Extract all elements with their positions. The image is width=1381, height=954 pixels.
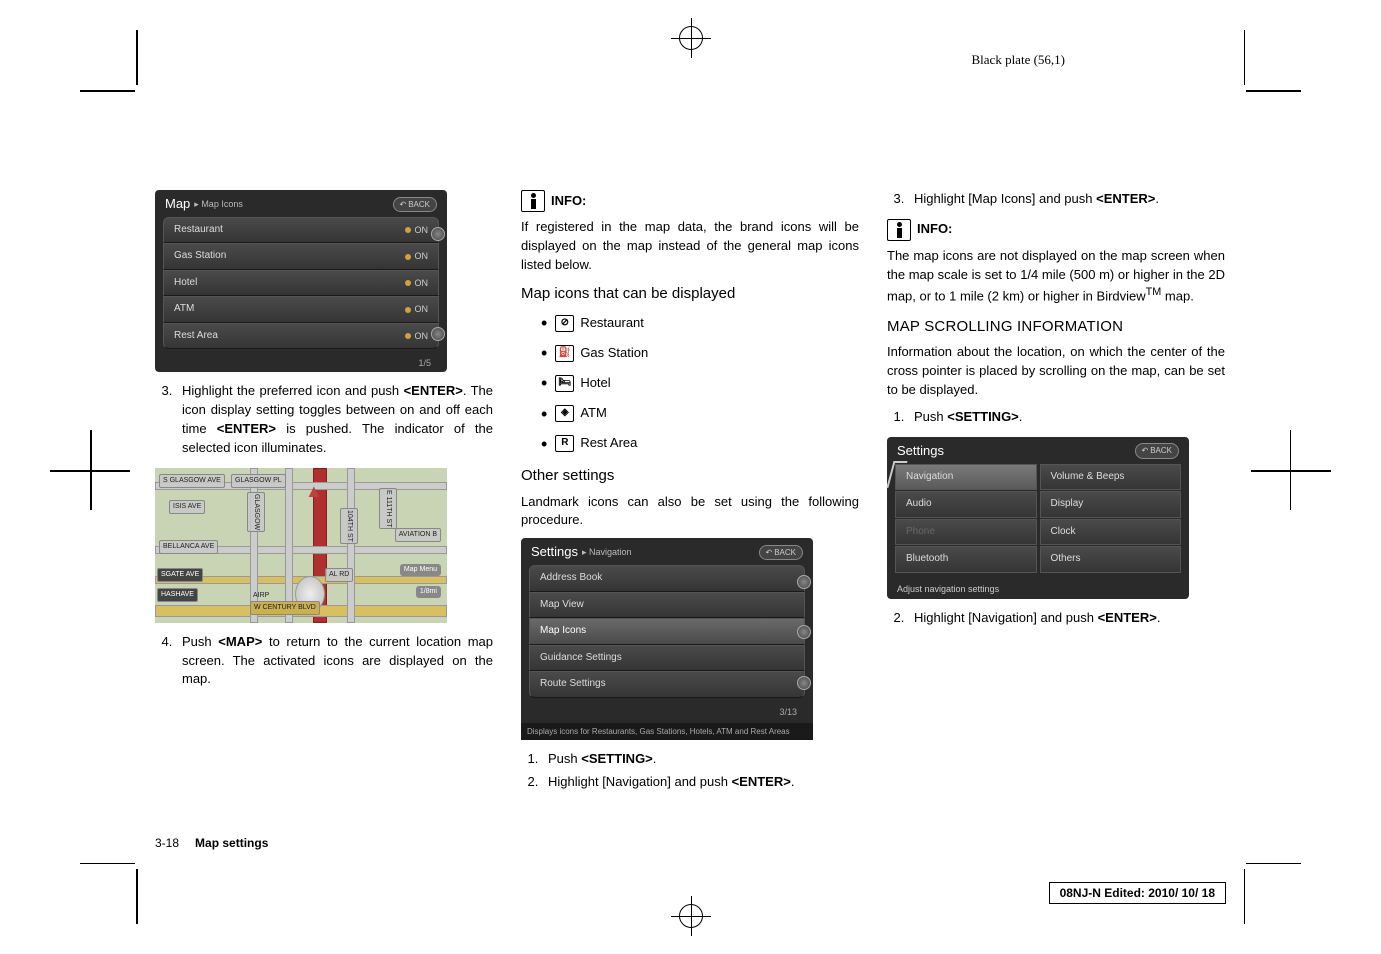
screenshot-map-icons: Map ▸ Map Icons ↶ BACK Restaurant ON Gas… (155, 190, 447, 372)
map-street-label: AL RD (325, 568, 353, 582)
plate-header: Black plate (56,1) (972, 52, 1066, 68)
map-menu-button[interactable]: Map Menu (400, 564, 441, 576)
step-2-text: Highlight [Navigation] and push <ENTER>. (542, 773, 859, 792)
nav-row-guidance[interactable]: Guidance Settings (529, 645, 805, 672)
pager: 1/5 (155, 355, 447, 372)
column-2: INFO: If registered in the map data, the… (521, 190, 859, 802)
status-text: Adjust navigation settings (887, 580, 1189, 599)
icon-row-rest-area[interactable]: Rest Area ON (163, 323, 439, 350)
map-street-label: ISIS AVE (169, 500, 205, 514)
section-text: Information about the location, on which… (887, 343, 1225, 400)
map-scale-button[interactable]: 1/8mi (416, 586, 441, 598)
info-icon (887, 219, 911, 241)
icon-item-rest: RRest Area (541, 431, 859, 457)
restaurant-icon: ⊘ (555, 315, 574, 332)
subheading: Map icons that can be displayed (521, 283, 859, 305)
settings-others[interactable]: Others (1040, 546, 1182, 573)
icon-row-gas-station[interactable]: Gas Station ON (163, 243, 439, 270)
atm-icon: ◈ (555, 405, 574, 422)
edit-info: 08NJ-N Edited: 2010/ 10/ 18 (1049, 882, 1226, 904)
map-street-label: GLASGOW PL (231, 474, 286, 488)
map-street-label: AVIATION B (395, 528, 441, 542)
settings-phone[interactable]: Phone (895, 519, 1037, 546)
map-street-label: S GLASGOW AVE (159, 474, 225, 488)
info-label: INFO: (551, 192, 586, 211)
nav-row-map-icons[interactable]: Map Icons (529, 618, 805, 645)
column-1: Map ▸ Map Icons ↶ BACK Restaurant ON Gas… (155, 190, 493, 802)
caption-bar: Displays icons for Restaurants, Gas Stat… (521, 723, 813, 741)
direction-arrow-icon: ▲ (305, 478, 323, 504)
map-street-label: HASHAVE (157, 588, 198, 602)
step-3-text: Highlight the preferred icon and push <E… (176, 382, 493, 457)
crop-mark (136, 30, 138, 85)
crop-mark (1244, 869, 1246, 924)
step-3c-text: Highlight [Map Icons] and push <ENTER>. (908, 190, 1225, 209)
step-2d-text: Highlight [Navigation] and push <ENTER>. (908, 609, 1225, 628)
crop-mark (1246, 863, 1301, 865)
section-name: Map settings (195, 836, 268, 850)
registration-mark-top (671, 18, 711, 58)
screenshot-title: Settings (531, 543, 578, 562)
back-button[interactable]: ↶ BACK (759, 545, 804, 561)
info-icon (521, 190, 545, 212)
step-4-text: Push <MAP> to return to the current loca… (176, 633, 493, 690)
rest-area-icon: R (555, 435, 574, 452)
scroll-arrows[interactable] (431, 227, 445, 342)
crop-mark (80, 863, 135, 865)
hotel-icon: 🛏 (555, 375, 574, 392)
screenshot-subtitle: ▸ Navigation (582, 546, 632, 559)
settings-navigation[interactable]: Navigation (895, 464, 1037, 491)
gas-station-icon: ⛽ (555, 345, 574, 362)
screenshot-settings-navigation: Settings ▸ Navigation ↶ BACK Address Boo… (521, 538, 813, 740)
registration-mark-bottom (671, 896, 711, 936)
screenshot-title: Map (165, 195, 190, 214)
screenshot-settings-main: Settings ↶ BACK Navigation Audio Phone B… (887, 437, 1189, 599)
map-street-label: E 111TH ST (379, 488, 397, 529)
info-text: If registered in the map data, the brand… (521, 218, 859, 275)
icon-row-restaurant[interactable]: Restaurant ON (163, 217, 439, 244)
screenshot-subtitle: ▸ Map Icons (194, 198, 243, 211)
icon-item-gas: ⛽Gas Station (541, 340, 859, 366)
crop-mark (80, 90, 135, 92)
back-button[interactable]: ↶ BACK (393, 197, 438, 213)
back-button[interactable]: ↶ BACK (1135, 443, 1180, 459)
map-street-label: AIRP (250, 590, 272, 602)
screenshot-title: Settings (897, 442, 944, 461)
section-heading: MAP SCROLLING INFORMATION (887, 316, 1225, 338)
step-1-text: Push <SETTING>. (542, 750, 859, 769)
subheading: Other settings (521, 465, 859, 487)
settings-clock[interactable]: Clock (1040, 519, 1182, 546)
settings-display[interactable]: Display (1040, 491, 1182, 518)
map-street-label: BELLANCA AVE (159, 540, 218, 554)
crop-mark (1251, 470, 1331, 472)
icon-row-hotel[interactable]: Hotel ON (163, 270, 439, 297)
icon-item-restaurant: ⊘Restaurant (541, 310, 859, 336)
column-3: Highlight [Map Icons] and push <ENTER>. … (887, 190, 1225, 802)
map-street-label: SGATE AVE (157, 568, 203, 582)
icon-row-atm[interactable]: ATM ON (163, 296, 439, 323)
crop-mark (1246, 90, 1301, 92)
crop-mark (136, 869, 138, 924)
page-number: 3-18 (155, 836, 179, 850)
screenshot-map: ▲ S GLASGOW AVE GLASGOW PL ISIS AVE BELL… (155, 468, 447, 623)
info-label: INFO: (917, 220, 952, 239)
crop-mark (50, 470, 130, 472)
nav-row-map-view[interactable]: Map View (529, 592, 805, 619)
map-street-label: GLASGOW (247, 492, 265, 532)
map-street-label: W CENTURY BLVD (250, 601, 320, 615)
map-street-label: 104TH ST (340, 508, 358, 544)
icon-item-hotel: 🛏Hotel (541, 370, 859, 396)
settings-audio[interactable]: Audio (895, 491, 1037, 518)
settings-bluetooth[interactable]: Bluetooth (895, 546, 1037, 573)
icon-item-atm: ◈ATM (541, 401, 859, 427)
nav-row-address-book[interactable]: Address Book (529, 565, 805, 592)
step-1d-text: Push <SETTING>. (908, 408, 1225, 427)
settings-volume[interactable]: Volume & Beeps (1040, 464, 1182, 491)
other-settings-text: Landmark icons can also be set using the… (521, 493, 859, 531)
nav-row-route[interactable]: Route Settings (529, 671, 805, 698)
scroll-arrows[interactable] (797, 575, 811, 690)
info-text: The map icons are not displayed on the m… (887, 247, 1225, 306)
pager: 3/13 (521, 704, 813, 721)
crop-mark (1244, 30, 1246, 85)
